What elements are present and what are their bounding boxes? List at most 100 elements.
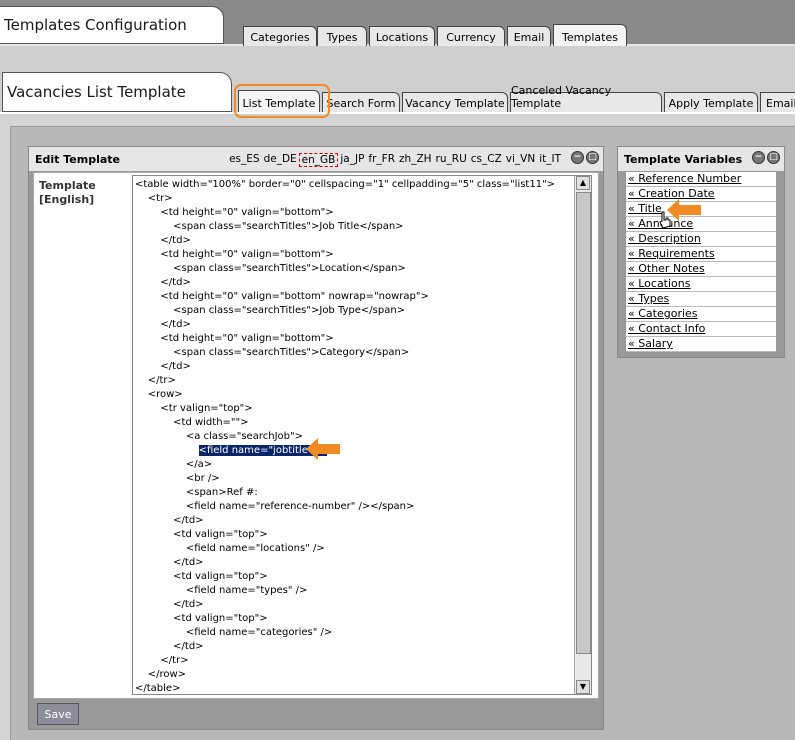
edit-template-title: Edit Template: [35, 152, 120, 166]
template-variables-panel: Template Variables − □ « Reference Numbe…: [617, 146, 785, 358]
code-line: </tr>: [135, 375, 176, 386]
restore-icon[interactable]: □: [586, 151, 599, 164]
variable-link[interactable]: « Types: [626, 292, 776, 307]
variable-link[interactable]: « Reference Number: [626, 172, 776, 187]
variable-link[interactable]: « Announce: [626, 217, 776, 232]
scroll-down-icon[interactable]: ▼: [576, 680, 590, 694]
tab-currency[interactable]: Currency: [437, 26, 505, 46]
save-button[interactable]: Save: [37, 703, 79, 725]
annotation-highlight-box: [234, 84, 330, 118]
code-line: <table width="100%" border="0" cellspaci…: [135, 179, 556, 190]
template-variables-title: Template Variables: [624, 152, 743, 166]
code-line: <td valign="top">: [135, 529, 268, 540]
scroll-thumb[interactable]: [576, 192, 591, 654]
panel-controls: − □: [752, 151, 780, 164]
code-line: </td>: [135, 319, 191, 330]
template-code-editor[interactable]: <table width="100%" border="0" cellspaci…: [132, 175, 592, 695]
tab-label: Vacancy Template: [405, 97, 505, 110]
language-option-en_gb[interactable]: en_GB: [298, 153, 339, 167]
code-line: <span class="searchTitles">Job Type</spa…: [135, 305, 406, 316]
template-code[interactable]: <table width="100%" border="0" cellspaci…: [133, 176, 591, 694]
code-line: <br />: [135, 473, 220, 484]
tab-label: Templates: [562, 31, 618, 44]
code-line: </row>: [135, 669, 187, 680]
tab-apply-template[interactable]: Apply Template: [664, 92, 758, 112]
language-option-vi_vn[interactable]: vi_VN: [504, 153, 537, 167]
code-line: <a class="searchJob">: [135, 431, 303, 442]
page-title-tab: Templates Configuration: [0, 6, 224, 44]
code-line: <field name="locations" />: [135, 543, 325, 554]
variable-link[interactable]: « Categories: [626, 307, 776, 322]
restore-icon[interactable]: □: [767, 151, 780, 164]
tab-vacancy-template[interactable]: Vacancy Template: [402, 92, 508, 112]
language-option-ja_jp[interactable]: ja_JP: [338, 153, 366, 167]
variable-link[interactable]: « Locations: [626, 277, 776, 292]
variable-link[interactable]: « Requirements: [626, 247, 776, 262]
code-line: <td valign="top">: [135, 613, 268, 624]
editor-scrollbar[interactable]: ▲ ▼: [574, 176, 591, 694]
hand-cursor-icon: [659, 211, 671, 229]
tab-label: Currency: [446, 31, 496, 44]
template-area: Template [English] <table width="100%" b…: [33, 172, 599, 699]
code-line: </td>: [135, 557, 204, 568]
tab-locations[interactable]: Locations: [369, 26, 435, 46]
scroll-up-icon[interactable]: ▲: [576, 176, 590, 190]
code-line: <tr valign="top">: [135, 403, 253, 414]
language-option-ru_ru[interactable]: ru_RU: [434, 153, 469, 167]
page-title: Templates Configuration: [4, 16, 187, 34]
template-variables-header: Template Variables − □: [618, 147, 784, 171]
code-line: </tr>: [135, 655, 189, 666]
code-line: <tr>: [135, 193, 173, 204]
template-label: Template [English]: [39, 179, 96, 207]
variable-link[interactable]: « Contact Info: [626, 322, 776, 337]
tab-email[interactable]: Email: [507, 26, 551, 46]
template-label-language: [English]: [39, 193, 95, 206]
language-option-cs_cz[interactable]: cs_CZ: [469, 153, 504, 167]
tab-label: Email: [513, 31, 545, 44]
code-line: <td height="0" valign="bottom">: [135, 333, 334, 344]
minimize-icon[interactable]: −: [752, 151, 765, 164]
language-option-de_de[interactable]: de_DE: [262, 153, 299, 167]
language-selector: es_ES de_DE en_GB ja_JP fr_FR zh_ZH ru_RU cs_CZ…: [227, 153, 563, 167]
language-option-it_it[interactable]: it_IT: [537, 153, 563, 167]
code-line: <span class="searchTitles">Location</spa…: [135, 263, 406, 274]
edit-template-header: Edit Template es_ES de_DE en_GB ja_JP fr_FR z…: [29, 147, 603, 171]
code-line: <field name="categories" />: [135, 627, 333, 638]
tab-label: Types: [326, 31, 358, 44]
language-option-fr_fr[interactable]: fr_FR: [366, 153, 397, 167]
annotation-arrow-icon: [306, 438, 340, 460]
code-line: <span class="searchTitles">Job Title</sp…: [135, 221, 404, 232]
tab-categories[interactable]: Categories: [243, 26, 317, 46]
variable-link[interactable]: « Creation Date: [626, 187, 776, 202]
minimize-icon[interactable]: −: [571, 151, 584, 164]
code-line: </table>: [135, 683, 181, 694]
tab-label: Categories: [250, 31, 310, 44]
tab-templates[interactable]: Templates: [553, 24, 627, 46]
tab-label: Locations: [375, 31, 429, 44]
code-line: </td>: [135, 277, 191, 288]
variable-link[interactable]: « Salary: [626, 337, 776, 352]
variable-link[interactable]: « Description: [626, 232, 776, 247]
code-line: <td height="0" valign="bottom">: [135, 249, 334, 260]
code-line: </a>: [135, 459, 213, 470]
variable-link[interactable]: « Other Notes: [626, 262, 776, 277]
code-line: <td valign="top">: [135, 571, 268, 582]
code-line: <span class="searchTitles">Category</spa…: [135, 347, 410, 358]
code-line: <field name="types" />: [135, 585, 308, 596]
tab-canceled-vacancy-template[interactable]: Canceled Vacancy Template: [510, 84, 662, 112]
annotation-arrow-icon: [667, 199, 701, 221]
tab-email-template[interactable]: Email T: [760, 92, 795, 112]
tab-label: Canceled Vacancy Template: [511, 84, 612, 110]
language-option-es_es[interactable]: es_ES: [227, 153, 261, 167]
tab-search-form[interactable]: Search Form: [322, 92, 400, 112]
code-line: <field name="jobtitle" />: [135, 444, 589, 458]
code-line: </td>: [135, 641, 204, 652]
language-option-zh_zh[interactable]: zh_ZH: [397, 153, 434, 167]
template-variables-list: « Reference Number « Creation Date « Title…: [626, 172, 776, 352]
variable-link[interactable]: « Title: [626, 202, 776, 217]
tab-label: Email T: [766, 97, 795, 110]
code-line: <span>Ref #:: [135, 487, 258, 498]
tab-types[interactable]: Types: [317, 26, 367, 46]
code-line: <field name="reference-number" /></span>: [135, 501, 415, 512]
code-line: </td>: [135, 361, 191, 372]
